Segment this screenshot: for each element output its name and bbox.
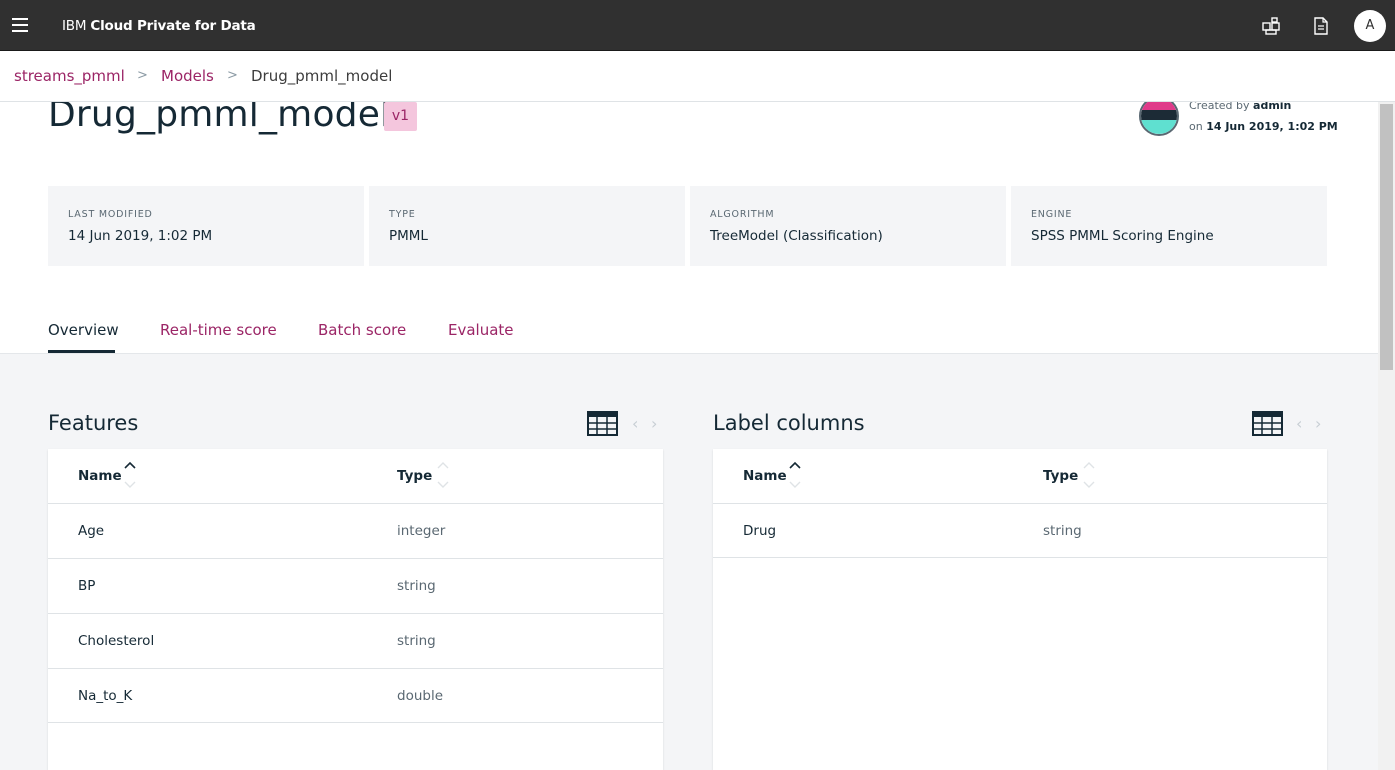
model-header: Drug_pmml_model v1 Created by admin on 1… bbox=[0, 94, 1378, 354]
tab-evaluate[interactable]: Evaluate bbox=[448, 321, 514, 339]
table-row[interactable]: Age integer bbox=[48, 503, 663, 558]
cell-name: Age bbox=[78, 523, 105, 539]
meta-value: 14 Jun 2019, 1:02 PM bbox=[68, 228, 213, 244]
cell-name: Na_to_K bbox=[78, 688, 133, 704]
table-row[interactable]: Drug string bbox=[713, 503, 1327, 558]
created-on: on 14 Jun 2019, 1:02 PM bbox=[1189, 120, 1338, 133]
cell-type: string bbox=[397, 633, 436, 649]
chevron-right-icon: > bbox=[227, 68, 238, 83]
active-tab-indicator bbox=[48, 350, 115, 353]
meta-label: LAST MODIFIED bbox=[68, 209, 153, 220]
meta-label: ENGINE bbox=[1031, 209, 1073, 220]
cell-name: Drug bbox=[743, 523, 777, 539]
table-row[interactable]: BP string bbox=[48, 558, 663, 613]
document-icon[interactable] bbox=[1312, 17, 1330, 35]
sort-ascending-icon[interactable] bbox=[124, 461, 136, 489]
meta-engine: ENGINE SPSS PMML Scoring Engine bbox=[1011, 186, 1327, 266]
sort-icon[interactable] bbox=[437, 461, 449, 489]
label-columns-title: Label columns bbox=[713, 411, 865, 435]
tab-real-time-score[interactable]: Real-time score bbox=[160, 321, 277, 339]
brand-name: Cloud Private for Data bbox=[90, 18, 256, 34]
chevron-left-icon[interactable]: ‹ bbox=[632, 414, 638, 433]
tab-batch-score[interactable]: Batch score bbox=[318, 321, 406, 339]
created-on-date: 14 Jun 2019, 1:02 PM bbox=[1206, 120, 1338, 133]
user-avatar[interactable]: A bbox=[1354, 10, 1386, 42]
apps-grid-icon[interactable] bbox=[1262, 17, 1280, 35]
meta-last-modified: LAST MODIFIED 14 Jun 2019, 1:02 PM bbox=[48, 186, 364, 266]
table-row[interactable]: Na_to_K double bbox=[48, 668, 663, 723]
features-title: Features bbox=[48, 411, 139, 435]
meta-value: PMML bbox=[389, 228, 428, 244]
breadcrumb-current: Drug_pmml_model bbox=[251, 67, 393, 85]
features-table: Name Type Age integer BP string Choleste… bbox=[48, 449, 663, 770]
cell-type: double bbox=[397, 688, 444, 704]
brand-prefix: IBM bbox=[62, 18, 87, 34]
breadcrumb-models-link[interactable]: Models bbox=[161, 67, 214, 85]
meta-value: TreeModel (Classification) bbox=[710, 228, 883, 244]
cell-type: integer bbox=[397, 523, 446, 539]
column-header-name[interactable]: Name bbox=[743, 468, 787, 484]
cell-name: Cholesterol bbox=[78, 633, 155, 649]
chevron-left-icon[interactable]: ‹ bbox=[1296, 414, 1302, 433]
top-navigation-bar: IBM Cloud Private for Data A bbox=[0, 0, 1395, 51]
cell-name: BP bbox=[78, 578, 96, 594]
meta-type: TYPE PMML bbox=[369, 186, 685, 266]
meta-label: ALGORITHM bbox=[710, 209, 775, 220]
breadcrumb: streams_pmml > Models > Drug_pmml_model bbox=[0, 51, 1395, 102]
table-row[interactable]: Cholesterol string bbox=[48, 613, 663, 668]
chevron-right-icon[interactable]: › bbox=[1315, 414, 1321, 433]
chevron-right-icon: > bbox=[137, 68, 148, 83]
table-view-icon[interactable] bbox=[1252, 411, 1283, 436]
column-header-type[interactable]: Type bbox=[397, 468, 432, 484]
meta-algorithm: ALGORITHM TreeModel (Classification) bbox=[690, 186, 1006, 266]
cell-type: string bbox=[397, 578, 436, 594]
meta-label: TYPE bbox=[389, 209, 416, 220]
version-badge: v1 bbox=[384, 102, 417, 131]
created-on-label: on bbox=[1189, 120, 1203, 133]
breadcrumb-project-link[interactable]: streams_pmml bbox=[14, 67, 125, 85]
scrollbar-thumb[interactable] bbox=[1380, 104, 1393, 370]
table-view-icon[interactable] bbox=[587, 411, 618, 436]
product-name[interactable]: IBM Cloud Private for Data bbox=[62, 18, 256, 34]
sort-icon[interactable] bbox=[1083, 461, 1095, 489]
meta-value: SPSS PMML Scoring Engine bbox=[1031, 228, 1214, 244]
label-columns-table: Name Type Drug string bbox=[713, 449, 1327, 770]
tab-overview[interactable]: Overview bbox=[48, 321, 119, 339]
hamburger-menu-icon[interactable] bbox=[12, 18, 28, 32]
creator-avatar bbox=[1139, 96, 1179, 136]
column-header-name[interactable]: Name bbox=[78, 468, 122, 484]
chevron-right-icon[interactable]: › bbox=[651, 414, 657, 433]
column-header-type[interactable]: Type bbox=[1043, 468, 1078, 484]
sort-ascending-icon[interactable] bbox=[789, 461, 801, 489]
cell-type: string bbox=[1043, 523, 1082, 539]
